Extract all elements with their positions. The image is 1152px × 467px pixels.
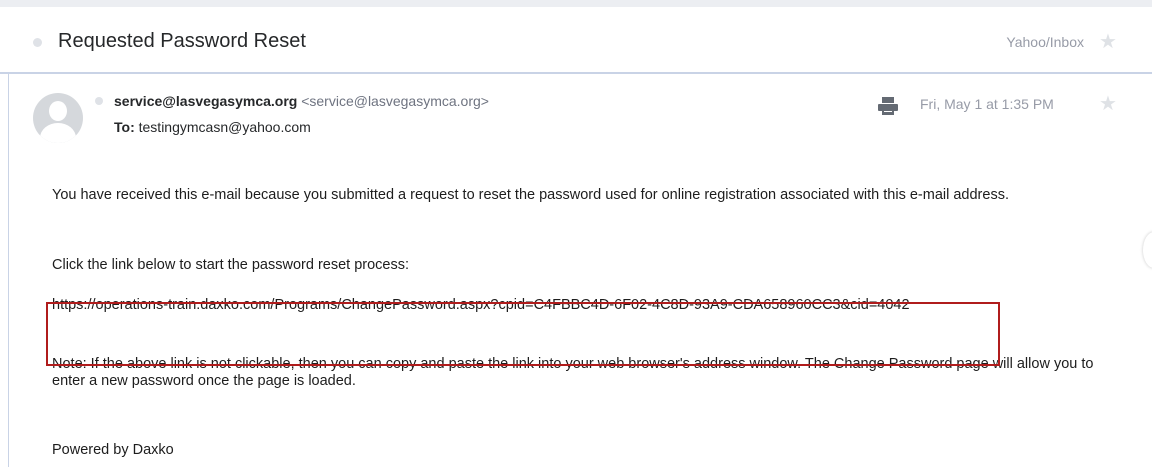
star-icon[interactable]: ★ [1099,94,1117,114]
side-scroll-handle[interactable] [1143,232,1152,268]
to-label: To: [114,119,135,135]
to-line: To: testingymcasn@yahoo.com [114,119,311,135]
print-icon[interactable] [877,96,899,116]
highlight-box [46,302,1000,366]
sender-address: <service@lasvegasymca.org> [301,93,489,109]
sender-status-dot-icon [95,97,103,105]
recipient-address[interactable]: testingymcasn@yahoo.com [139,119,311,135]
avatar-icon [33,93,83,143]
star-icon[interactable]: ★ [1099,32,1117,52]
avatar-shoulders [40,123,76,143]
unread-dot-icon[interactable] [33,38,42,47]
body-paragraph-intro: You have received this e-mail because yo… [52,187,1009,203]
message-divider [8,74,9,467]
sender-name[interactable]: service@lasvegasymca.org [114,93,297,109]
folder-label[interactable]: Yahoo/Inbox [960,34,1084,50]
top-strip [0,0,1152,7]
subject-bar: Requested Password Reset Yahoo/Inbox ★ [0,7,1152,74]
email-subject: Requested Password Reset [58,30,306,52]
from-line: service@lasvegasymca.org <service@lasveg… [114,93,489,109]
avatar-head [49,101,67,121]
body-paragraph-instruction: Click the link below to start the passwo… [52,257,410,273]
body-footer: Powered by Daxko [52,442,174,458]
message-date: Fri, May 1 at 1:35 PM [920,96,1054,112]
